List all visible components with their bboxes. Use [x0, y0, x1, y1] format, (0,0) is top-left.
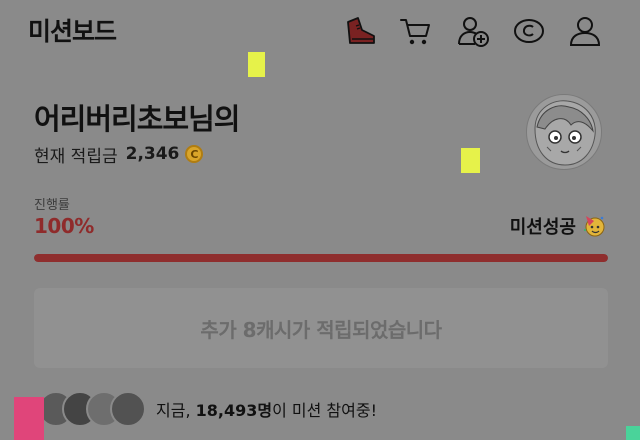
avatar[interactable] [526, 94, 602, 170]
participants-row: 지금, 18,493명이 미션 참여중! [38, 388, 377, 430]
sneaker-icon[interactable] [344, 14, 378, 48]
points-value: 2,346 [125, 144, 180, 164]
mission-status-text: 미션성공 [509, 217, 576, 238]
notice-text: 추가 8캐시가 적립되었습니다 [200, 317, 442, 342]
progress-value: 100% [34, 214, 94, 238]
coin-symbol: C [190, 147, 199, 161]
pink-marker [14, 397, 44, 440]
participants-text: 지금, 18,493명이 미션 참여중! [156, 397, 377, 421]
green-marker [626, 426, 640, 440]
progress-bar [34, 254, 608, 262]
progress-label: 진행률 [34, 198, 70, 213]
app-title: 미션보드 [28, 17, 117, 46]
coin-icon: C [185, 145, 204, 163]
points-label: 현재 적립금 [34, 146, 118, 167]
highlight-marker [461, 148, 480, 173]
cart-icon[interactable] [398, 14, 432, 48]
party-icon [583, 216, 605, 237]
user-name: 어리버리초보님의 [34, 102, 240, 136]
mission-status: 미션성공 [510, 212, 606, 240]
notice-box: 추가 8캐시가 적립되었습니다 [34, 288, 608, 368]
header: 미션보드 [0, 0, 640, 64]
highlight-marker [248, 52, 265, 77]
points-row: 현재 적립금 2,346 C [34, 141, 204, 167]
cash-icon[interactable] [512, 14, 546, 48]
participant-avatar [110, 391, 146, 427]
participants-suffix: 이 미션 참여중! [272, 401, 377, 420]
profile-icon[interactable] [568, 14, 602, 48]
participants-count: 18,493명 [195, 401, 273, 420]
add-friend-icon[interactable] [456, 14, 490, 48]
participants-prefix: 지금, [156, 401, 191, 420]
progress-fill [34, 254, 608, 262]
